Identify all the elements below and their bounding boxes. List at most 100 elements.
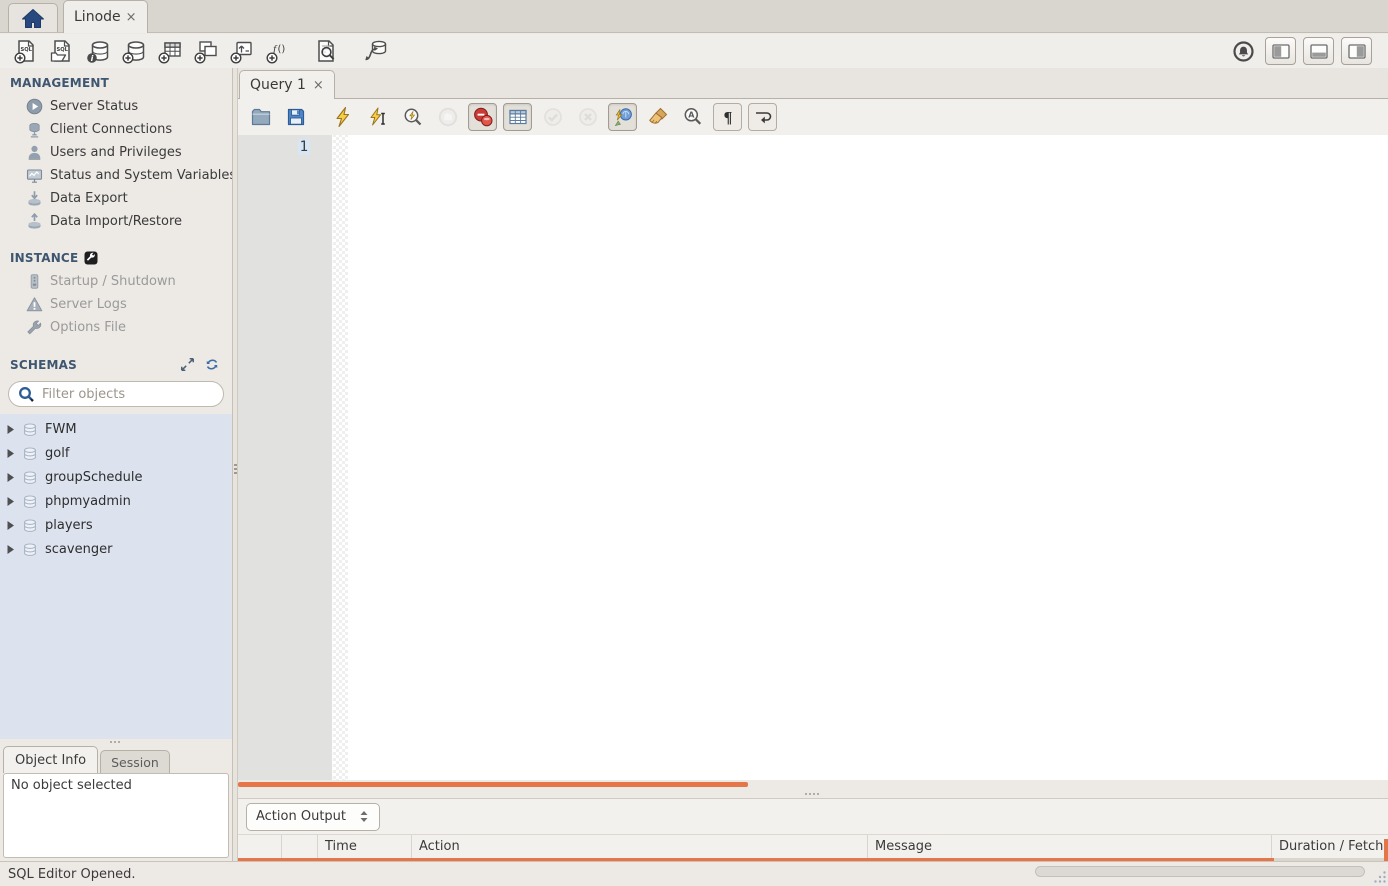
tree-expander-icon[interactable] (6, 496, 15, 507)
new-query-tab-button[interactable]: SQL (8, 36, 44, 66)
output-splitter[interactable] (238, 789, 1388, 799)
sidebar-splitter-grip[interactable] (234, 464, 237, 466)
editor-hscrollbar[interactable] (238, 782, 748, 787)
tree-expander-icon[interactable] (6, 520, 15, 531)
connection-tab[interactable]: Linode × (63, 0, 148, 33)
output-splitter-grip[interactable] (805, 793, 807, 795)
toggle-word-wrap-button[interactable] (748, 103, 777, 131)
schema-icon (22, 470, 38, 485)
save-script-button[interactable] (281, 103, 310, 131)
sidebar-item-client-connections[interactable]: Client Connections (0, 118, 232, 141)
window-tab-strip: Linode × (0, 0, 1388, 33)
output-hscrollbar-thumb[interactable] (1035, 866, 1365, 877)
schema-scavenger[interactable]: scavenger (0, 537, 232, 561)
sidebar: MANAGEMENT Server StatusClient Connectio… (0, 68, 232, 861)
home-tab[interactable] (8, 3, 58, 32)
sidebar-item-data-import-restore[interactable]: Data Import/Restore (0, 210, 232, 233)
column-header-duration-fetch[interactable]: Duration / Fetch (1272, 835, 1388, 858)
search-icon (18, 386, 35, 403)
instance-items: Startup / ShutdownServer LogsOptions Fil… (0, 270, 232, 339)
search-table-data-button[interactable] (308, 36, 344, 66)
stop-execution-button[interactable] (433, 103, 462, 131)
schema-label: phpmyadmin (45, 494, 131, 509)
tab-object-info[interactable]: Object Info (3, 746, 98, 773)
info-panel-splitter-grip[interactable] (110, 741, 112, 743)
svg-text:¶: ¶ (723, 110, 732, 127)
stop-on-error-icon (472, 106, 494, 128)
create-view-button[interactable] (188, 36, 224, 66)
limit-rows-button[interactable] (503, 103, 532, 131)
connection-status-button[interactable] (1228, 37, 1258, 65)
close-icon[interactable]: × (126, 11, 137, 24)
column-header-action[interactable]: Action (412, 835, 868, 858)
create-schema-button[interactable] (116, 36, 152, 66)
panel-bottom-icon (1310, 44, 1328, 59)
output-vscrollbar[interactable] (1384, 839, 1388, 862)
management-section-title: MANAGEMENT (0, 68, 232, 95)
tree-expander-icon[interactable] (6, 472, 15, 483)
sidebar-item-options-file[interactable]: Options File (0, 316, 232, 339)
commit-transaction-button[interactable] (538, 103, 567, 131)
column-header-time[interactable]: Time (318, 835, 412, 858)
find-in-script-button[interactable]: A (678, 103, 707, 131)
tree-expander-icon[interactable] (6, 448, 15, 459)
column-header-empty[interactable] (238, 835, 282, 858)
refresh-icon[interactable] (204, 357, 220, 372)
column-header-message[interactable]: Message (868, 835, 1272, 858)
toggle-stop-on-error-button[interactable] (468, 103, 497, 131)
toggle-left-sidebar-button[interactable] (1265, 37, 1296, 65)
column-header-empty[interactable] (282, 835, 318, 858)
schema-phpmyadmin[interactable]: phpmyadmin (0, 489, 232, 513)
beautify-icon (647, 106, 669, 128)
execute-all-button[interactable] (328, 103, 357, 131)
tab-session[interactable]: Session (100, 750, 170, 773)
sidebar-item-startup-shutdown[interactable]: Startup / Shutdown (0, 270, 232, 293)
tree-expander-icon[interactable] (6, 544, 15, 555)
open-script-button[interactable] (246, 103, 275, 131)
reconnect-dbms-button[interactable] (356, 36, 392, 66)
expand-icon[interactable] (180, 357, 195, 372)
toggle-autocommit-button[interactable] (608, 103, 637, 131)
sql-edit-area[interactable] (348, 134, 1388, 780)
schema-players[interactable]: players (0, 513, 232, 537)
output-view-selector[interactable]: Action Output (246, 803, 380, 831)
tree-expander-icon[interactable] (6, 424, 15, 435)
procedure-plus-icon (229, 38, 255, 64)
sidebar-item-status-and-system-variables[interactable]: Status and System Variables (0, 164, 232, 187)
status-circle-icon (1232, 40, 1255, 63)
inspect-database-button[interactable]: i (80, 36, 116, 66)
schema-golf[interactable]: golf (0, 441, 232, 465)
explain-statement-button[interactable] (398, 103, 427, 131)
toggle-bottom-panel-button[interactable] (1303, 37, 1334, 65)
output-selector-row: Action Output (238, 799, 1388, 834)
save-icon (285, 106, 307, 128)
create-table-button[interactable] (152, 36, 188, 66)
sidebar-item-label: Data Import/Restore (50, 214, 182, 229)
window-resize-grip[interactable] (1373, 870, 1387, 884)
create-function-button[interactable]: f() (260, 36, 296, 66)
beautify-script-button[interactable] (643, 103, 672, 131)
schema-filter-input[interactable] (42, 387, 214, 402)
doc-sql-plus-icon: SQL (13, 38, 39, 64)
sidebar-item-users-and-privileges[interactable]: Users and Privileges (0, 141, 232, 164)
rollback-transaction-button[interactable] (573, 103, 602, 131)
query-tab[interactable]: Query 1 × (239, 70, 335, 99)
sidebar-item-data-export[interactable]: Data Export (0, 187, 232, 210)
close-icon[interactable]: × (313, 79, 324, 92)
execute-current-statement-button[interactable] (363, 103, 392, 131)
instance-title-label: INSTANCE (10, 251, 78, 265)
tab-object-info-label: Object Info (15, 753, 86, 768)
schema-groupschedule[interactable]: groupSchedule (0, 465, 232, 489)
sidebar-item-server-logs[interactable]: Server Logs (0, 293, 232, 316)
schema-fwm[interactable]: FWM (0, 417, 232, 441)
toggle-right-sidebar-button[interactable] (1341, 37, 1372, 65)
toggle-invisible-characters-button[interactable]: ¶ (713, 103, 742, 131)
sidebar-item-server-status[interactable]: Server Status (0, 95, 232, 118)
explain-icon (402, 106, 424, 128)
limit-rows-icon (507, 106, 529, 128)
sql-editor[interactable]: 1 (238, 134, 1388, 780)
open-sql-script-button[interactable]: SQL (44, 36, 80, 66)
create-procedure-button[interactable] (224, 36, 260, 66)
main-toolbar-right (1228, 37, 1380, 65)
mysql-workbench-window: Linode × SQLSQLif() MANAGEMENT Server St… (0, 0, 1388, 886)
